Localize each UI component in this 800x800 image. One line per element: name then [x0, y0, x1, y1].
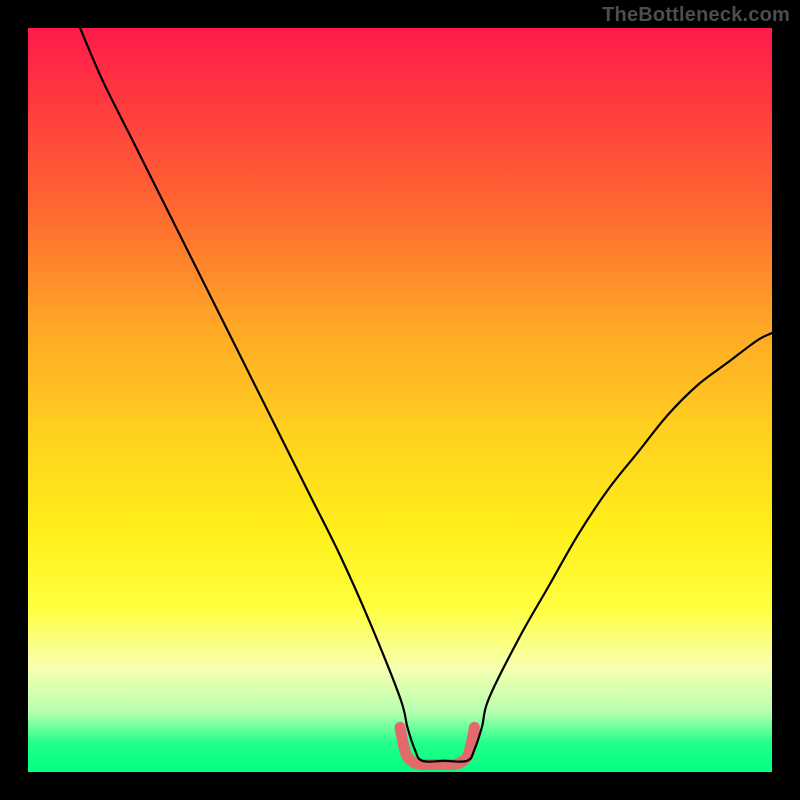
chart-frame: TheBottleneck.com	[0, 0, 800, 800]
plot-area	[28, 28, 772, 772]
curve-layer	[28, 28, 772, 772]
watermark-text: TheBottleneck.com	[602, 4, 790, 27]
bottleneck-curve-path	[80, 28, 772, 762]
valley-marker-path	[400, 727, 474, 764]
